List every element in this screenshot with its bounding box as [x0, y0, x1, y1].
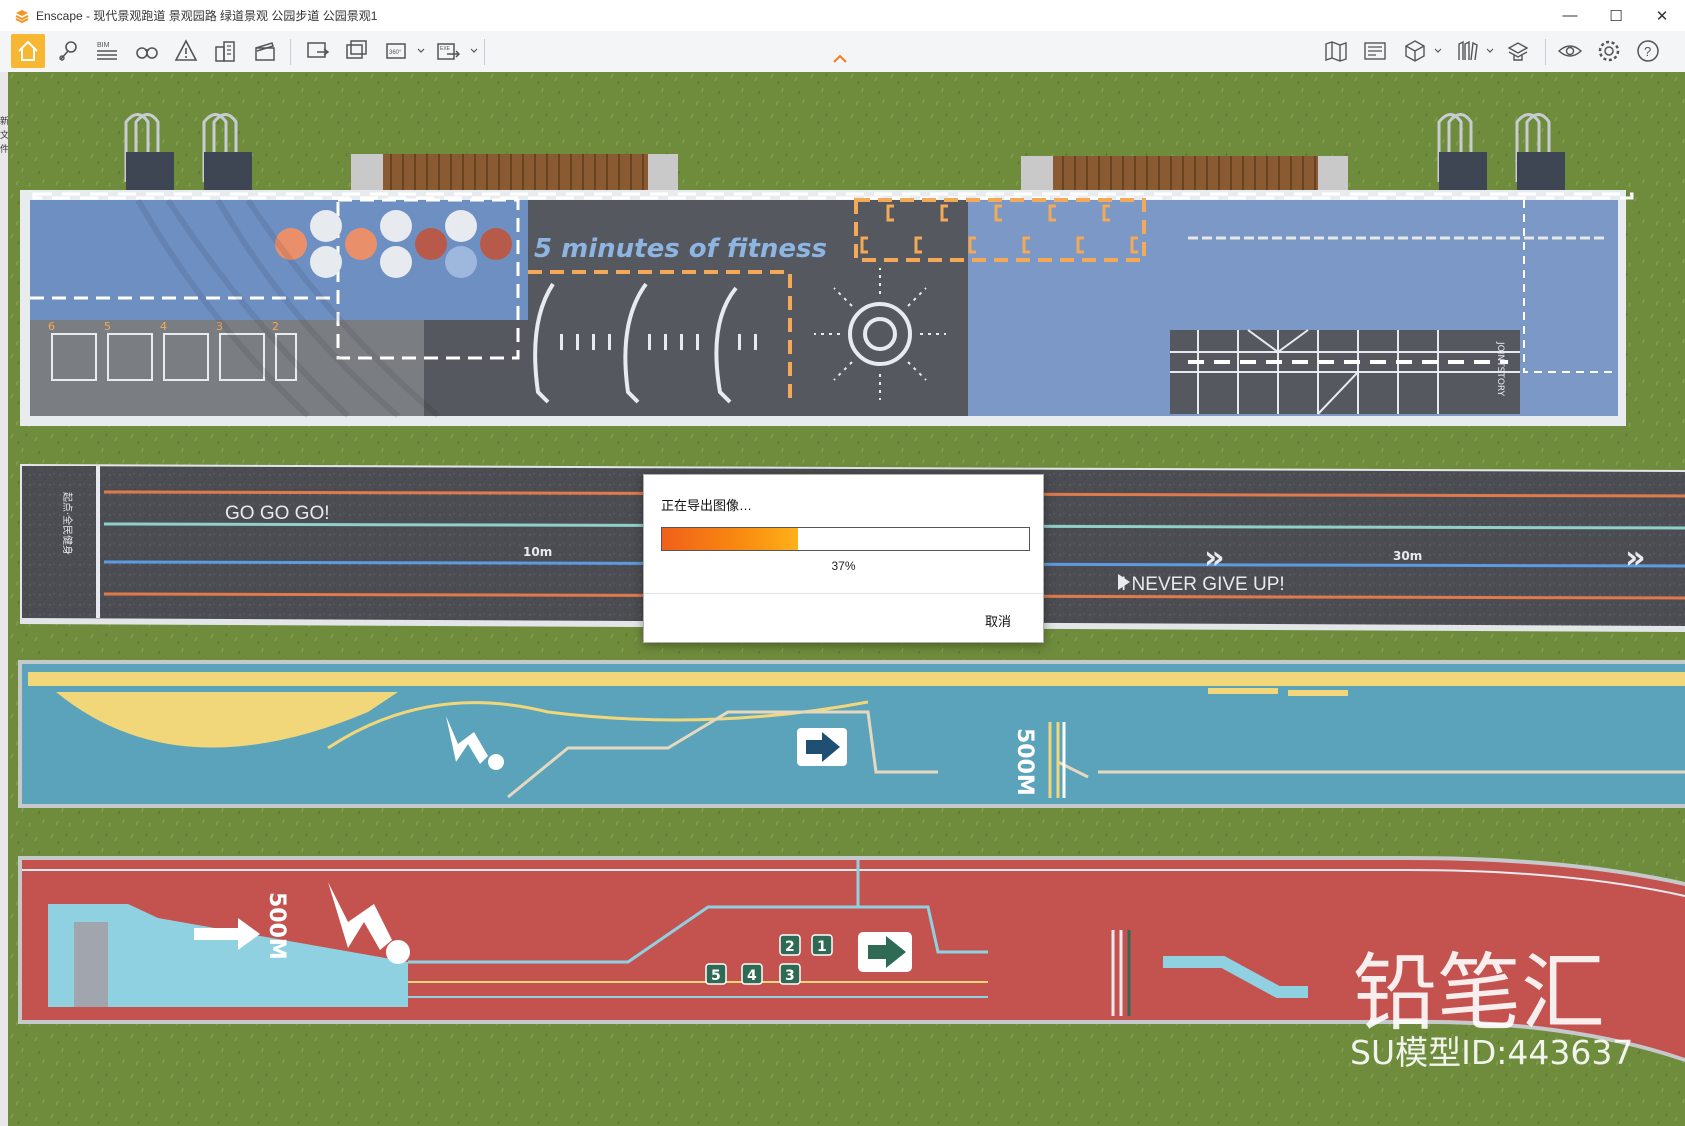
cube-button[interactable]	[1398, 34, 1432, 68]
court-number: 4	[160, 320, 167, 333]
help-icon: ?	[1637, 40, 1659, 62]
dialog-title: 正在导出图像…	[661, 498, 753, 513]
court-number: 5	[104, 320, 111, 333]
bench	[1053, 156, 1318, 192]
batch-render-button[interactable]	[340, 34, 374, 68]
step-number: 4	[747, 968, 757, 984]
help-button[interactable]: ?	[1631, 34, 1665, 68]
buildings-icon	[215, 41, 235, 62]
chevron-marking: »	[1625, 538, 1646, 576]
chevron-down-icon[interactable]	[417, 47, 425, 55]
home-button[interactable]	[11, 34, 45, 68]
close-button[interactable]: ✕	[1639, 0, 1685, 31]
step-number: 5	[711, 968, 721, 984]
court-number: 6	[48, 320, 55, 333]
bim-icon: BIM	[97, 42, 117, 60]
bim-button[interactable]: BIM	[90, 34, 124, 68]
step-number: 2	[785, 939, 795, 955]
media-library-icon	[1364, 42, 1386, 60]
toolbar-separator	[290, 39, 291, 65]
toolbar: BIM 360° EXE ?	[0, 31, 1685, 73]
location-button[interactable]	[52, 34, 86, 68]
location-pin-icon	[59, 41, 77, 61]
court-number: 2	[272, 320, 279, 333]
warning-button[interactable]	[169, 34, 203, 68]
chevron-down-icon[interactable]	[470, 47, 478, 55]
progress-bar	[661, 527, 1030, 551]
label-10m: 10m	[523, 545, 552, 559]
settings-gear-icon	[1598, 40, 1620, 62]
collapse-toolbar-chevron-icon[interactable]	[832, 54, 848, 64]
label-500m: 500M	[264, 892, 289, 960]
bim-label: BIM	[97, 42, 110, 49]
help-symbol: ?	[1644, 44, 1651, 59]
never-give-up-text: I NEVER GIVE UP!	[1121, 574, 1285, 595]
binoculars-button[interactable]	[130, 34, 164, 68]
app-window: Enscape - 现代景观跑道 景观园路 绿道景观 公园步道 公园景观1 — …	[0, 0, 1685, 1126]
progress-bar-fill	[662, 528, 798, 550]
toolbar-separator	[1545, 39, 1546, 65]
bench	[383, 154, 648, 190]
map-icon	[1325, 41, 1347, 62]
start-label: 起点·全民健身	[61, 492, 74, 555]
go-go-go-text: GO GO GO!	[225, 503, 330, 524]
minimize-button[interactable]: —	[1547, 0, 1593, 31]
media-library-button[interactable]	[1358, 34, 1392, 68]
binoculars-icon	[136, 47, 158, 59]
title-bar: Enscape - 现代景观跑道 景观园路 绿道景观 公园步道 公园景观1 — …	[0, 0, 1685, 31]
toolbar-separator	[484, 39, 485, 65]
chevron-down-icon[interactable]	[1434, 47, 1442, 55]
badge-exe: EXE	[440, 46, 451, 52]
watermark-brand: 铅笔汇	[1353, 944, 1605, 1042]
asset-library-button[interactable]	[1450, 34, 1484, 68]
clapperboard-icon	[255, 42, 275, 61]
exe-export-button[interactable]: EXE	[431, 34, 465, 68]
visibility-icon	[1557, 45, 1583, 57]
exe-export-icon: EXE	[437, 43, 461, 60]
visibility-button[interactable]	[1553, 34, 1587, 68]
export-progress-dialog: 正在导出图像… 37% 取消	[643, 474, 1044, 643]
screenshot-export-icon	[307, 42, 330, 58]
watermark-id: SU模型ID:443637	[1350, 1033, 1633, 1072]
background-window-strip: 新 文 件	[0, 72, 8, 1126]
badge-360: 360°	[389, 50, 402, 56]
settings-button[interactable]	[1592, 34, 1626, 68]
enscape-logo-icon	[15, 9, 29, 23]
asset-library-icon	[1458, 40, 1478, 61]
map-button[interactable]	[1319, 34, 1353, 68]
batch-render-icon	[346, 40, 367, 59]
cube-icon	[1405, 40, 1425, 62]
home-icon	[18, 40, 38, 61]
video-button[interactable]	[248, 34, 282, 68]
maximize-button[interactable]: ☐	[1593, 0, 1639, 31]
cancel-button[interactable]: 取消	[985, 611, 1011, 630]
window-title: Enscape - 现代景观跑道 景观园路 绿道景观 公园步道 公园景观1	[36, 9, 378, 23]
label-30m: 30m	[1393, 549, 1422, 563]
chevron-marking: »	[1204, 538, 1225, 576]
blue-track: 500M	[18, 660, 1685, 808]
chevron-down-icon[interactable]	[1486, 47, 1494, 55]
panorama-360-icon: 360°	[386, 43, 406, 59]
dialog-divider	[644, 593, 1043, 594]
fitness-title: 5 minutes of fitness	[534, 234, 827, 264]
panorama-button[interactable]: 360°	[380, 34, 414, 68]
material-editor-button[interactable]	[1501, 34, 1535, 68]
warning-triangle-icon	[174, 39, 198, 61]
material-editor-icon	[1507, 42, 1529, 61]
screenshot-button[interactable]	[301, 34, 335, 68]
label-500m: 500M	[1012, 728, 1037, 796]
step-number: 3	[785, 968, 795, 984]
background-window-text: 新 文 件	[0, 116, 8, 154]
progress-percent: 37%	[831, 559, 856, 573]
court-vertical-text: JOINTSTORY	[1495, 341, 1505, 397]
buildings-button[interactable]	[208, 34, 242, 68]
step-number: 1	[817, 939, 827, 955]
